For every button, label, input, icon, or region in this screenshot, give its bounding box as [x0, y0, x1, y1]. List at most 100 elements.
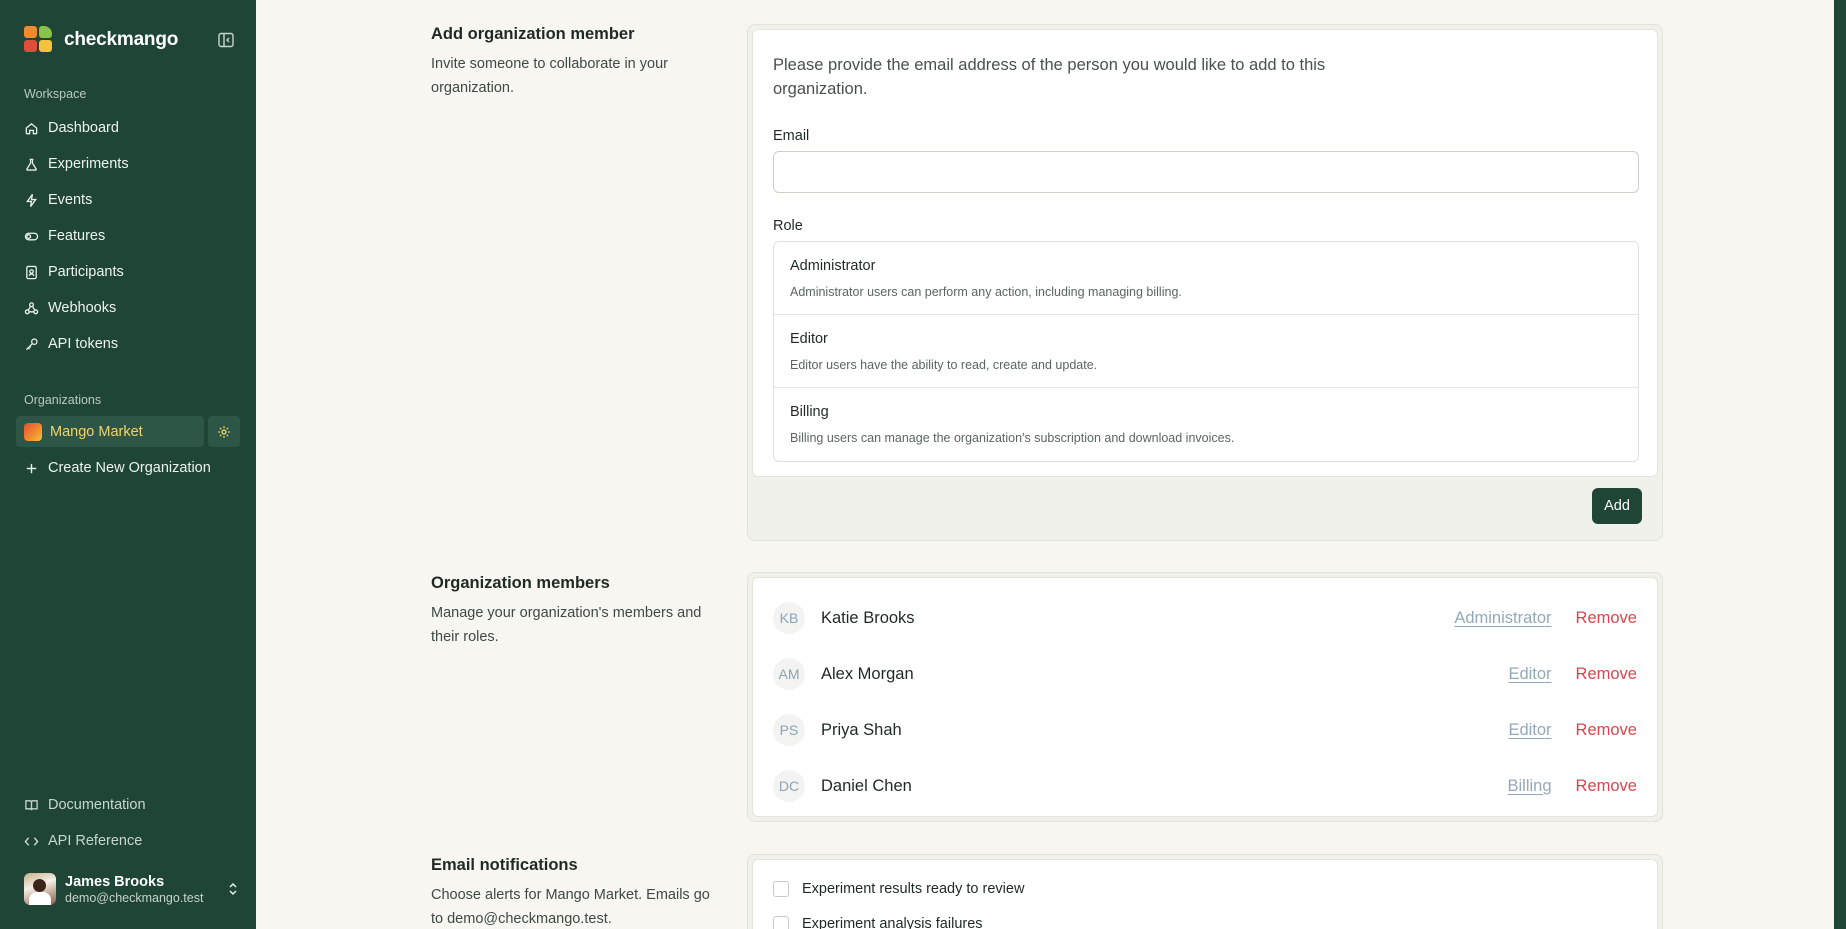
section-description: Manage your organization's members and t…: [431, 605, 702, 645]
section-description: Invite someone to collaborate in your or…: [431, 56, 668, 96]
remove-member-button[interactable]: Remove: [1576, 665, 1637, 684]
add-member-form: Please provide the email address of the …: [752, 29, 1658, 477]
sidebar-item-label: Participants: [48, 264, 124, 280]
scrollbar[interactable]: [1834, 0, 1846, 929]
members-card: KB Katie Brooks Administrator Remove AM …: [747, 572, 1663, 822]
members-list: KB Katie Brooks Administrator Remove AM …: [752, 577, 1658, 817]
list-item: PS Priya Shah Editor Remove: [773, 714, 1637, 746]
sidebar-item-features[interactable]: Features: [24, 224, 105, 248]
email-field[interactable]: [773, 151, 1639, 193]
home-icon: [25, 122, 38, 134]
toggle-icon: [24, 232, 39, 240]
sidebar-item-label: Experiments: [48, 156, 129, 172]
sidebar-item-events[interactable]: Events: [24, 188, 92, 212]
organization-settings-button[interactable]: [208, 416, 240, 447]
section-title: Organization members: [431, 574, 610, 592]
sidebar-collapse-icon[interactable]: [217, 31, 235, 49]
role-label: Role: [773, 218, 803, 234]
list-item: AM Alex Morgan Editor Remove: [773, 658, 1637, 690]
role-name: Administrator: [790, 258, 876, 274]
avatar: [24, 873, 56, 905]
notifications-list: Experiment results ready to review Exper…: [752, 859, 1658, 929]
role-description: Billing users can manage the organizatio…: [790, 431, 1235, 445]
sidebar-item-webhooks[interactable]: Webhooks: [24, 296, 116, 320]
id-badge-icon: [26, 265, 37, 279]
email-label: Email: [773, 128, 810, 144]
create-organization-button[interactable]: Create New Organization: [24, 456, 211, 480]
create-organization-label: Create New Organization: [48, 460, 211, 476]
member-initials: KB: [773, 602, 805, 634]
chevron-up-down-icon: [229, 882, 237, 896]
remove-member-button[interactable]: Remove: [1576, 609, 1637, 628]
sidebar-item-documentation[interactable]: Documentation: [24, 793, 146, 817]
sidebar-item-label: Webhooks: [48, 300, 117, 316]
section-title: Email notifications: [431, 856, 578, 874]
member-initials: AM: [773, 658, 805, 690]
member-name: Priya Shah: [821, 720, 902, 739]
member-role-link[interactable]: Editor: [1508, 721, 1551, 740]
sidebar: checkmango Workspace Dashboard Experimen…: [0, 0, 256, 929]
organization-name: Mango Market: [50, 423, 143, 440]
sidebar-item-api-reference[interactable]: API Reference: [24, 829, 142, 853]
role-selector: Administrator Administrator users can pe…: [773, 241, 1639, 462]
user-name: James Brooks: [65, 873, 165, 890]
checkbox[interactable]: [773, 916, 789, 929]
sidebar-item-experiments[interactable]: Experiments: [24, 152, 129, 176]
book-icon: [25, 799, 38, 810]
notifications-section-header: Email notifications Choose alerts for Ma…: [431, 856, 721, 929]
member-initials: DC: [773, 770, 805, 802]
add-member-section-header: Add organization member Invite someone t…: [431, 25, 721, 100]
sidebar-item-participants[interactable]: Participants: [24, 260, 124, 284]
sidebar-item-label: Documentation: [48, 797, 146, 813]
sidebar-item-label: API Reference: [48, 833, 143, 849]
members-section-header: Organization members Manage your organiz…: [431, 574, 721, 649]
member-role-link[interactable]: Billing: [1508, 777, 1552, 796]
list-item: KB Katie Brooks Administrator Remove: [773, 602, 1637, 634]
role-option-billing[interactable]: Billing Billing users can manage the org…: [774, 388, 1638, 461]
brand-name: checkmango: [64, 29, 179, 50]
user-email: demo@checkmango.test: [65, 890, 204, 905]
gear-icon: [218, 425, 230, 438]
bolt-icon: [25, 193, 38, 207]
list-item: DC Daniel Chen Billing Remove: [773, 770, 1637, 802]
code-icon: [24, 836, 39, 846]
add-member-button[interactable]: Add: [1592, 488, 1642, 524]
member-name: Katie Brooks: [821, 608, 915, 627]
sidebar-item-label: Dashboard: [48, 120, 119, 136]
workspace-label: Workspace: [24, 87, 87, 101]
organizations-label: Organizations: [24, 393, 102, 407]
role-name: Editor: [790, 331, 828, 347]
webhook-icon: [24, 301, 39, 314]
notifications-card: Experiment results ready to review Exper…: [747, 854, 1663, 929]
sidebar-item-dashboard[interactable]: Dashboard: [24, 116, 119, 140]
add-member-intro: Please provide the email address of the …: [773, 56, 1326, 98]
sidebar-item-current-organization[interactable]: Mango Market: [16, 416, 204, 447]
role-description: Administrator users can perform any acti…: [790, 285, 1182, 299]
member-name: Daniel Chen: [821, 776, 912, 795]
role-option-administrator[interactable]: Administrator Administrator users can pe…: [774, 242, 1638, 315]
user-menu[interactable]: James Brooks demo@checkmango.test: [24, 872, 240, 906]
remove-member-button[interactable]: Remove: [1576, 721, 1637, 740]
member-role-link[interactable]: Editor: [1508, 665, 1551, 684]
organization-logo-icon: [24, 422, 42, 441]
sidebar-item-api-tokens[interactable]: API tokens: [24, 332, 118, 356]
remove-member-button[interactable]: Remove: [1576, 777, 1637, 796]
notification-label: Experiment analysis failures: [802, 916, 983, 929]
checkbox[interactable]: [773, 881, 789, 897]
role-option-editor[interactable]: Editor Editor users have the ability to …: [774, 315, 1638, 388]
notification-label: Experiment results ready to review: [802, 881, 1025, 897]
key-icon: [25, 337, 38, 350]
role-name: Billing: [790, 404, 829, 420]
role-description: Editor users have the ability to read, c…: [790, 358, 1098, 372]
brand[interactable]: checkmango: [24, 26, 178, 54]
notification-option[interactable]: Experiment results ready to review: [773, 881, 1024, 897]
member-name: Alex Morgan: [821, 664, 914, 683]
member-role-link[interactable]: Administrator: [1454, 609, 1551, 628]
notification-option[interactable]: Experiment analysis failures: [773, 916, 983, 929]
plus-icon: [26, 463, 37, 473]
add-member-card: Please provide the email address of the …: [747, 24, 1663, 541]
section-description: Choose alerts for Mango Market. Emails g…: [431, 887, 710, 927]
sidebar-item-label: Events: [48, 192, 93, 208]
sidebar-item-label: Features: [48, 228, 106, 244]
checkmango-logo-icon: [24, 26, 54, 54]
